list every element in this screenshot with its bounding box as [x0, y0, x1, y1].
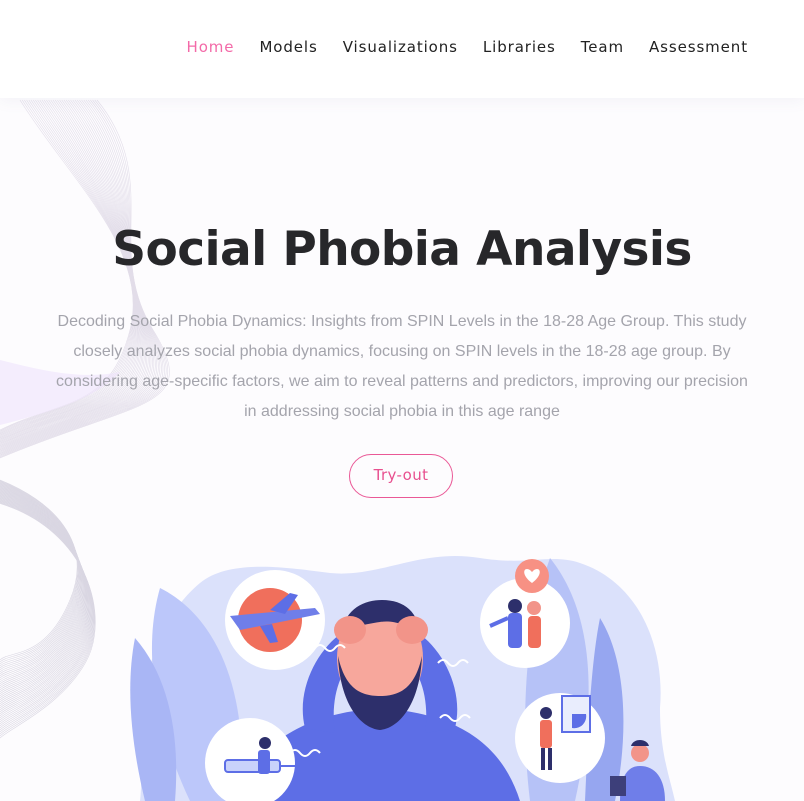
hero-illustration: [130, 555, 675, 801]
try-out-button[interactable]: Try-out: [349, 454, 453, 498]
couple-icon: [480, 578, 570, 668]
nav-team[interactable]: Team: [581, 37, 624, 57]
wave-lines-bottom: [0, 479, 96, 739]
nav-assessment[interactable]: Assessment: [649, 37, 748, 57]
page-title: Social Phobia Analysis: [112, 222, 692, 277]
man-hand-left: [334, 616, 366, 644]
navbar: Home Models Visualizations Libraries Tea…: [0, 0, 804, 98]
nav-visualizations[interactable]: Visualizations: [343, 37, 458, 57]
main-nav: Home Models Visualizations Libraries Tea…: [187, 37, 748, 57]
heart-bubble-icon: [515, 559, 549, 593]
man-hand-right: [396, 616, 428, 644]
presentation-icon: [515, 693, 605, 783]
nav-models[interactable]: Models: [259, 37, 317, 57]
nav-home[interactable]: Home: [187, 37, 235, 57]
nav-libraries[interactable]: Libraries: [483, 37, 556, 57]
airplane-icon: [225, 570, 325, 670]
hero-description: Decoding Social Phobia Dynamics: Insight…: [56, 313, 748, 420]
